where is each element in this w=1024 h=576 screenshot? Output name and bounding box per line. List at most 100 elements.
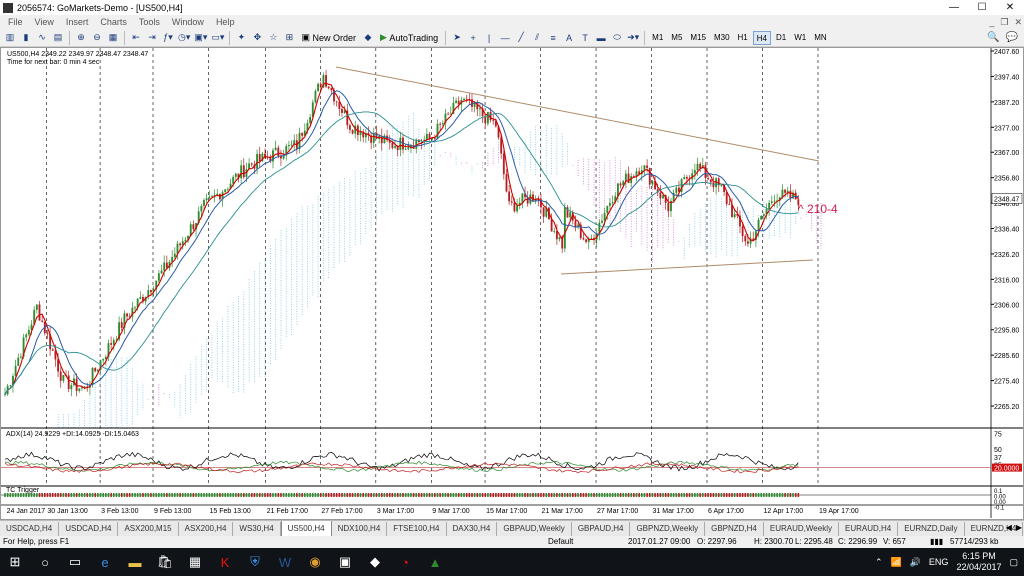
metaeditor-icon[interactable]: ◆: [361, 31, 375, 45]
tab-scroll-right-icon[interactable]: ▶: [1016, 523, 1022, 532]
photos-icon[interactable]: ▣: [330, 548, 360, 576]
mdi-minimize-icon[interactable]: _: [989, 17, 994, 28]
chat-icon[interactable]: 💬: [1006, 32, 1018, 43]
new-order-button[interactable]: ▣ New Order: [298, 31, 359, 45]
fibonacci-icon[interactable]: ≡: [546, 31, 560, 45]
cursor-icon[interactable]: ➤: [450, 31, 464, 45]
chart-tab[interactable]: GBPAUD,H4: [572, 522, 631, 536]
close-button[interactable]: ✕: [996, 0, 1024, 15]
chart-window[interactable]: ^ 210-4 2407.60 2397.40 2387.20 2377.00 2367…: [0, 47, 1024, 520]
windows-start-icon[interactable]: ⊞: [0, 548, 30, 576]
network-icon[interactable]: 📶: [890, 557, 901, 568]
ellipse-icon[interactable]: ⬭: [610, 31, 624, 45]
chart-tab[interactable]: EURAUD,Weekly: [764, 522, 839, 536]
metatrader-icon[interactable]: ▲: [420, 548, 450, 576]
label-tool[interactable]: T: [578, 31, 592, 45]
zoom-out-icon[interactable]: ⊖: [90, 31, 104, 45]
mdi-restore-icon[interactable]: ❐: [1000, 17, 1008, 28]
menu-file[interactable]: File: [2, 17, 29, 27]
chart-tab[interactable]: EURNZD,Daily: [898, 522, 965, 536]
bar-chart-icon[interactable]: ▥: [3, 31, 17, 45]
menu-charts[interactable]: Charts: [94, 17, 133, 27]
chart-tab[interactable]: NDX100,H4: [332, 522, 388, 536]
chart-tab[interactable]: USDCAD,H4: [0, 522, 60, 536]
tab-scroll-left-icon[interactable]: ◀: [1006, 523, 1012, 532]
tf-mn[interactable]: MN: [811, 31, 829, 45]
chart-tab[interactable]: GBPAUD,Weekly: [497, 522, 572, 536]
menu-insert[interactable]: Insert: [60, 17, 95, 27]
edge-icon[interactable]: e: [90, 548, 120, 576]
file-explorer-icon[interactable]: ▬: [120, 548, 150, 576]
chart-tab[interactable]: GBPNZD,Weekly: [630, 522, 706, 536]
text-tool[interactable]: A: [562, 31, 576, 45]
tile-windows-icon[interactable]: ▦: [106, 31, 120, 45]
price-chart[interactable]: ^ 210-4 2407.60 2397.40 2387.20 2377.00 2367…: [1, 48, 1023, 519]
mdi-close-icon[interactable]: ✕: [1014, 17, 1022, 28]
periods-icon[interactable]: ◷▾: [177, 31, 191, 45]
volume-icon[interactable]: 🔊: [910, 557, 921, 568]
kogan-icon[interactable]: K: [210, 548, 240, 576]
chrome-icon[interactable]: ◉: [300, 548, 330, 576]
menu-view[interactable]: View: [29, 17, 60, 27]
search-icon[interactable]: ○: [30, 548, 60, 576]
tf-h1[interactable]: H1: [735, 31, 751, 45]
menu-help[interactable]: Help: [210, 17, 241, 27]
data-window-icon[interactable]: ⊞: [282, 31, 296, 45]
candlestick-icon[interactable]: ▮: [19, 31, 33, 45]
tf-m30[interactable]: M30: [711, 31, 733, 45]
chart-tab[interactable]: GBPNZD,H4: [705, 522, 764, 536]
channel-icon[interactable]: ⫽: [530, 31, 544, 45]
line-chart-icon[interactable]: ∿: [35, 31, 49, 45]
chart-tab[interactable]: US500,H4: [280, 521, 332, 536]
media-icon[interactable]: ◆: [360, 548, 390, 576]
chart-tab[interactable]: WS30,H4: [233, 522, 281, 536]
trendline-icon[interactable]: ╱: [514, 31, 528, 45]
navigator-icon[interactable]: ✦: [234, 31, 248, 45]
profiles-icon[interactable]: ▭▾: [210, 31, 225, 45]
crosshair-move-icon[interactable]: ✥: [250, 31, 264, 45]
tc-bar: [112, 493, 115, 497]
chart-shift-icon[interactable]: ⇥: [145, 31, 159, 45]
chart-tab[interactable]: ASX200,M15: [118, 522, 179, 536]
chart-tab[interactable]: DAX30,H4: [447, 522, 498, 536]
tf-m15[interactable]: M15: [687, 31, 709, 45]
tray-chevron-icon[interactable]: ⌃: [875, 557, 883, 568]
indicators-icon[interactable]: ƒ▾: [161, 31, 175, 45]
new-chart-icon[interactable]: ▤: [51, 31, 65, 45]
autoscroll-icon[interactable]: ⇤: [129, 31, 143, 45]
menu-window[interactable]: Window: [166, 17, 210, 27]
templates-icon[interactable]: ▣▾: [193, 31, 208, 45]
tf-m1[interactable]: M1: [649, 31, 666, 45]
tf-h4[interactable]: H4: [752, 30, 771, 45]
arrows-icon[interactable]: ➜▾: [626, 31, 640, 45]
chart-tab[interactable]: USDCAD,H4: [59, 522, 119, 536]
chart-tab[interactable]: EURAUD,H4: [839, 522, 899, 536]
menu-tools[interactable]: Tools: [133, 17, 166, 27]
auto-trading-button[interactable]: ▶ AutoTrading: [377, 31, 441, 45]
task-view-icon[interactable]: ▭: [60, 548, 90, 576]
zoom-in-icon[interactable]: ⊕: [74, 31, 88, 45]
crosshair-icon[interactable]: +: [466, 31, 480, 45]
vertical-line-icon[interactable]: |: [482, 31, 496, 45]
rectangle-icon[interactable]: ▬: [594, 31, 608, 45]
tc-bar: [258, 493, 261, 497]
minimize-button[interactable]: —: [940, 0, 968, 15]
word-icon[interactable]: W: [270, 548, 300, 576]
stocks-icon[interactable]: ◔: [390, 548, 420, 576]
clock[interactable]: 6:15 PM 22/04/2017: [956, 551, 1001, 573]
tf-d1[interactable]: D1: [773, 31, 789, 45]
market-watch-icon[interactable]: ☆: [266, 31, 280, 45]
calculator-icon[interactable]: ▦: [180, 548, 210, 576]
chart-tab[interactable]: FTSE100,H4: [387, 522, 447, 536]
language-indicator[interactable]: ENG: [929, 557, 949, 567]
horizontal-line-icon[interactable]: —: [498, 31, 512, 45]
notifications-icon[interactable]: ▢: [1009, 557, 1018, 568]
shield-icon[interactable]: ⛨: [240, 548, 270, 576]
tf-m5[interactable]: M5: [668, 31, 685, 45]
maximize-button[interactable]: ☐: [968, 0, 996, 15]
chart-tab[interactable]: ASX200,H4: [179, 522, 234, 536]
tc-bar: [625, 493, 627, 497]
tf-w1[interactable]: W1: [791, 31, 809, 45]
store-icon[interactable]: 🛍: [150, 548, 180, 576]
search-icon[interactable]: 🔍: [987, 32, 999, 43]
